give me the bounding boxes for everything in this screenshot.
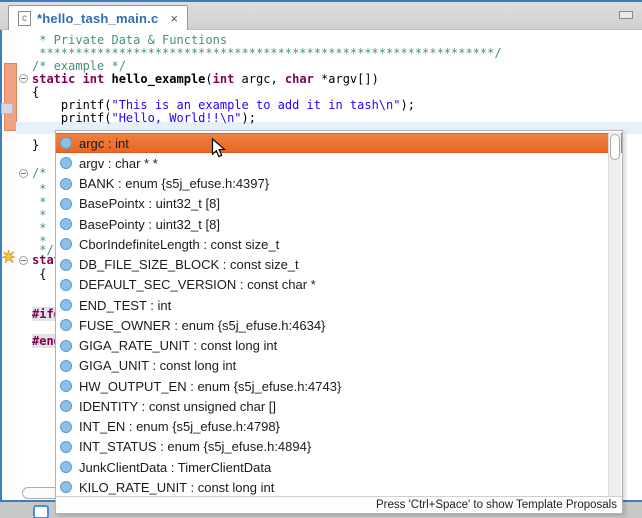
proposal-label: DEFAULT_SEC_VERSION : const char * xyxy=(79,277,316,292)
proposal-label: CborIndefiniteLength : const size_t xyxy=(79,237,279,252)
variable-proposal-icon xyxy=(60,360,72,372)
fold-collapse-icon[interactable] xyxy=(19,169,28,178)
proposal-label: IDENTITY : const unsigned char [] xyxy=(79,399,276,414)
code-line: /* xyxy=(32,167,46,180)
proposal-label: BANK : enum {s5j_efuse.h:4397} xyxy=(79,176,269,191)
proposal-label: BasePointx : uint32_t [8] xyxy=(79,196,220,211)
code-line: } xyxy=(32,139,39,152)
proposal-item[interactable]: KILO_RATE_UNIT : const long int xyxy=(56,477,622,497)
proposal-item[interactable]: INT_EN : enum {s5j_efuse.h:4798} xyxy=(56,417,622,437)
proposal-item[interactable]: END_TEST : int xyxy=(56,295,622,315)
code-line: printf("Hello, World!!\n"); xyxy=(32,112,256,125)
proposal-item[interactable]: BasePointy : uint32_t [8] xyxy=(56,214,622,234)
fold-collapse-icon[interactable] xyxy=(19,256,28,265)
mouse-cursor-icon xyxy=(211,138,227,165)
minimize-view-icon[interactable] xyxy=(619,11,633,19)
popup-footer-hint: Press 'Ctrl+Space' to show Template Prop… xyxy=(56,496,622,513)
proposal-item[interactable]: DEFAULT_SEC_VERSION : const char * xyxy=(56,275,622,295)
proposal-label: FUSE_OWNER : enum {s5j_efuse.h:4634} xyxy=(79,318,325,333)
range-indicator xyxy=(4,63,17,131)
proposal-item[interactable]: JunkClientData : TimerClientData xyxy=(56,457,622,477)
variable-proposal-icon xyxy=(60,218,72,230)
proposal-label: INT_EN : enum {s5j_efuse.h:4798} xyxy=(79,419,280,434)
proposal-item[interactable]: HW_OUTPUT_EN : enum {s5j_efuse.h:4743} xyxy=(56,376,622,396)
variable-proposal-icon xyxy=(60,481,72,493)
code-line: { xyxy=(32,268,46,281)
variable-proposal-icon xyxy=(60,198,72,210)
proposal-item[interactable]: argc : int xyxy=(56,133,622,153)
proposal-label: KILO_RATE_UNIT : const long int xyxy=(79,480,274,495)
proposal-label: GIGA_RATE_UNIT : const long int xyxy=(79,338,277,353)
proposal-label: argc : int xyxy=(79,136,129,151)
fold-collapse-icon[interactable] xyxy=(19,74,28,83)
proposal-item[interactable]: GIGA_RATE_UNIT : const long int xyxy=(56,336,622,356)
variable-proposal-icon xyxy=(60,421,72,433)
tab-hello-tash-main[interactable]: c *hello_tash_main.c × xyxy=(8,5,188,30)
proposal-item[interactable]: BasePointx : uint32_t [8] xyxy=(56,194,622,214)
variable-proposal-icon xyxy=(60,319,72,331)
caret-line-marker xyxy=(1,103,13,114)
popup-scrollbar[interactable] xyxy=(608,132,621,496)
eclipse-editor-window: c *hello_tash_main.c × * Private Data & … xyxy=(0,0,642,518)
statusbar-icon[interactable] xyxy=(33,505,49,518)
c-file-icon: c xyxy=(18,11,31,26)
proposal-item[interactable]: FUSE_OWNER : enum {s5j_efuse.h:4634} xyxy=(56,315,622,335)
proposal-item[interactable]: INT_STATUS : enum {s5j_efuse.h:4894} xyxy=(56,437,622,457)
variable-proposal-icon xyxy=(60,238,72,250)
proposal-item[interactable]: IDENTITY : const unsigned char [] xyxy=(56,396,622,416)
proposal-item[interactable]: CborIndefiniteLength : const size_t xyxy=(56,234,622,254)
variable-proposal-icon xyxy=(60,400,72,412)
occurrence-star-icon xyxy=(2,250,15,263)
variable-proposal-icon xyxy=(60,279,72,291)
proposal-label: JunkClientData : TimerClientData xyxy=(79,460,271,475)
marker-bar xyxy=(2,30,17,500)
editor-tab-bar: c *hello_tash_main.c × xyxy=(0,2,642,30)
tab-title: *hello_tash_main.c xyxy=(37,11,158,26)
variable-proposal-icon xyxy=(60,157,72,169)
proposal-label: GIGA_UNIT : const long int xyxy=(79,358,236,373)
proposal-label: argv : char * * xyxy=(79,156,158,171)
popup-scrollbar-thumb[interactable] xyxy=(610,134,620,160)
proposal-item[interactable]: BANK : enum {s5j_efuse.h:4397} xyxy=(56,174,622,194)
variable-proposal-icon xyxy=(60,380,72,392)
code-line: static int hello_example(int argc, char … xyxy=(32,73,379,86)
proposal-item[interactable]: argv : char * * xyxy=(56,153,622,173)
content-assist-popup: argc : int argv : char * * BANK : enum {s5… xyxy=(55,130,623,514)
variable-proposal-icon xyxy=(60,299,72,311)
proposal-item[interactable]: GIGA_UNIT : const long int xyxy=(56,356,622,376)
variable-proposal-icon xyxy=(60,441,72,453)
variable-proposal-icon xyxy=(60,137,72,149)
variable-proposal-icon xyxy=(60,340,72,352)
proposal-list[interactable]: argc : int argv : char * * BANK : enum {s5… xyxy=(56,131,622,497)
variable-proposal-icon xyxy=(60,461,72,473)
proposal-label: HW_OUTPUT_EN : enum {s5j_efuse.h:4743} xyxy=(79,379,341,394)
variable-proposal-icon xyxy=(60,259,72,271)
proposal-label: INT_STATUS : enum {s5j_efuse.h:4894} xyxy=(79,439,311,454)
proposal-item[interactable]: DB_FILE_SIZE_BLOCK : const size_t xyxy=(56,255,622,275)
proposal-label: END_TEST : int xyxy=(79,298,171,313)
proposal-label: DB_FILE_SIZE_BLOCK : const size_t xyxy=(79,257,299,272)
proposal-label: BasePointy : uint32_t [8] xyxy=(79,217,220,232)
tab-close-icon[interactable]: × xyxy=(170,12,178,25)
variable-proposal-icon xyxy=(60,178,72,190)
